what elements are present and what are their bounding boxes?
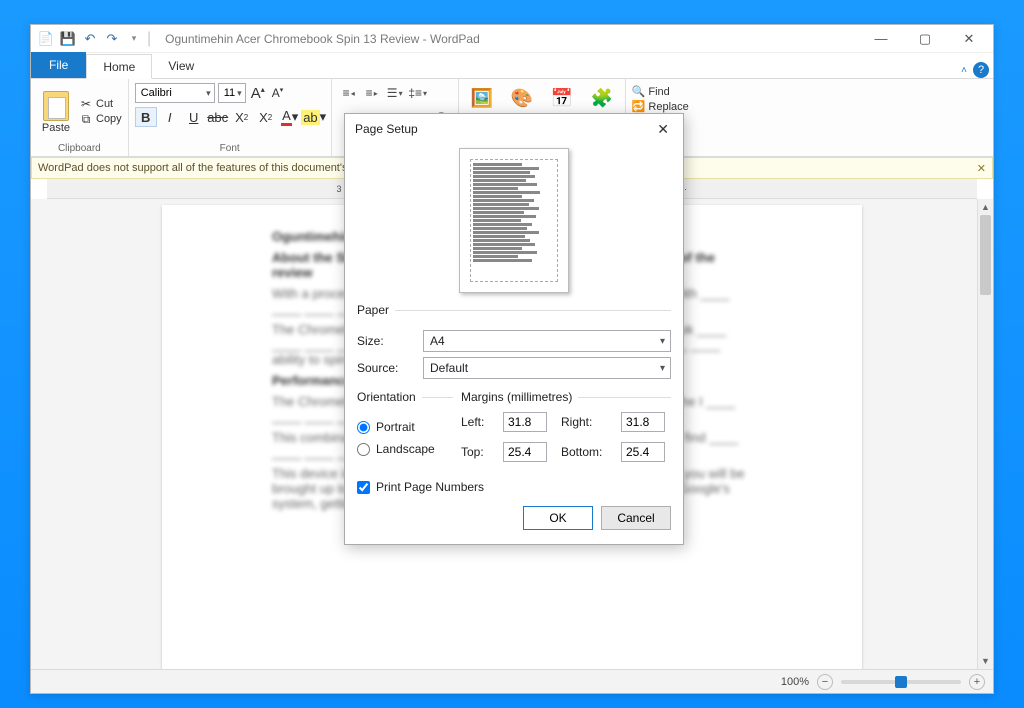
portrait-radio[interactable]: Portrait <box>357 420 453 434</box>
cancel-button[interactable]: Cancel <box>601 506 671 530</box>
margin-bottom-input[interactable] <box>621 442 665 462</box>
paper-legend: Paper <box>357 303 395 317</box>
paper-source-combo[interactable]: Default <box>423 357 671 379</box>
ok-button[interactable]: OK <box>523 506 593 530</box>
wordpad-window: 📄 💾 ↶ ↷ ▾ | Oguntimehin Acer Chromebook … <box>30 24 994 694</box>
page-preview <box>459 148 569 293</box>
dialog-close-icon[interactable]: ✕ <box>653 121 673 138</box>
size-label: Size: <box>357 334 415 348</box>
margin-right-input[interactable] <box>621 412 665 432</box>
top-label: Top: <box>461 445 495 459</box>
left-label: Left: <box>461 415 495 429</box>
orientation-legend: Orientation <box>357 390 422 404</box>
margin-left-input[interactable] <box>503 412 547 432</box>
paper-size-combo[interactable]: A4 <box>423 330 671 352</box>
landscape-radio[interactable]: Landscape <box>357 442 453 456</box>
dialog-title: Page Setup <box>355 122 418 136</box>
print-page-numbers-checkbox[interactable]: Print Page Numbers <box>357 480 671 494</box>
margins-legend: Margins (millimetres) <box>461 390 578 404</box>
dialog-mask: Page Setup ✕ Paper Size: <box>31 25 993 693</box>
bottom-label: Bottom: <box>561 445 613 459</box>
source-label: Source: <box>357 361 415 375</box>
page-setup-dialog: Page Setup ✕ Paper Size: <box>344 113 684 545</box>
right-label: Right: <box>561 415 613 429</box>
margin-top-input[interactable] <box>503 442 547 462</box>
